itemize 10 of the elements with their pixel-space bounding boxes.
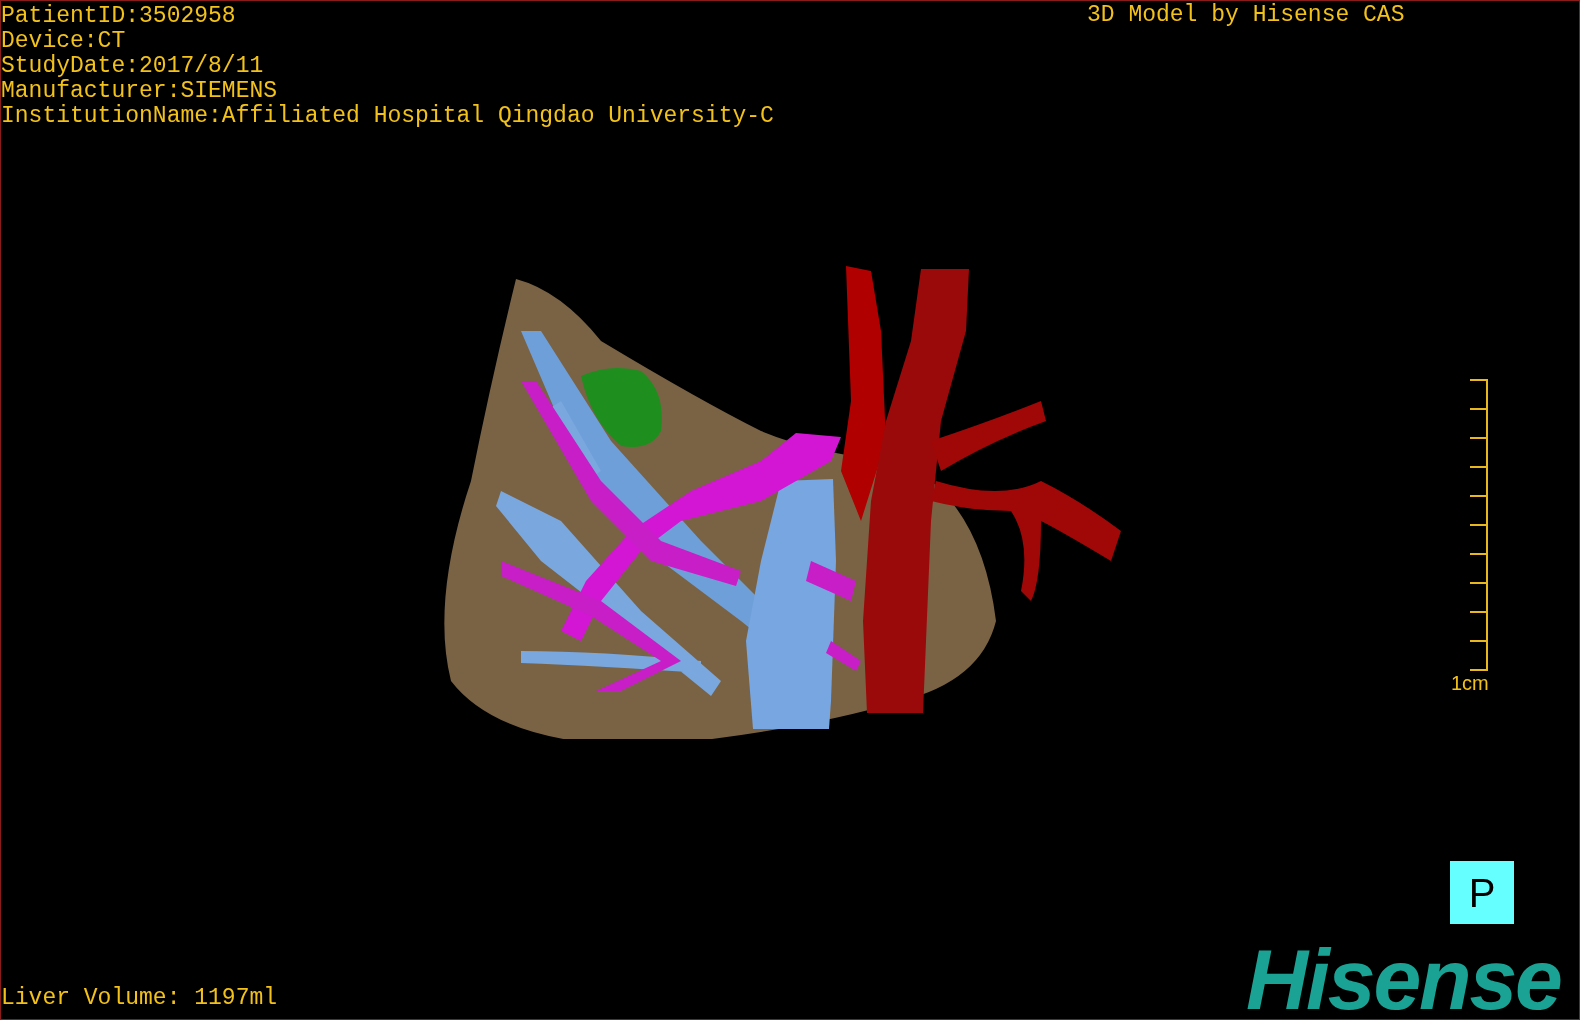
patient-info-line: PatientID:3502958	[1, 4, 237, 29]
brand-logo: Hisense	[1246, 941, 1561, 1017]
patient-info-line: InstitutionName:Affiliated Hospital Qingdao University-C	[1, 104, 774, 129]
orientation-marker: P	[1450, 861, 1514, 924]
patient-info-line: Device:CT	[1, 29, 127, 54]
model-credit: 3D Model by Hisense CAS	[1087, 1, 1405, 29]
patient-info-line: Manufacturer:SIEMENS	[1, 79, 279, 104]
patient-info-line: StudyDate:2017/8/11	[1, 54, 265, 79]
scale-label: 1cm	[1451, 671, 1489, 695]
liver-volume: Liver Volume: 1197ml	[1, 984, 278, 1012]
